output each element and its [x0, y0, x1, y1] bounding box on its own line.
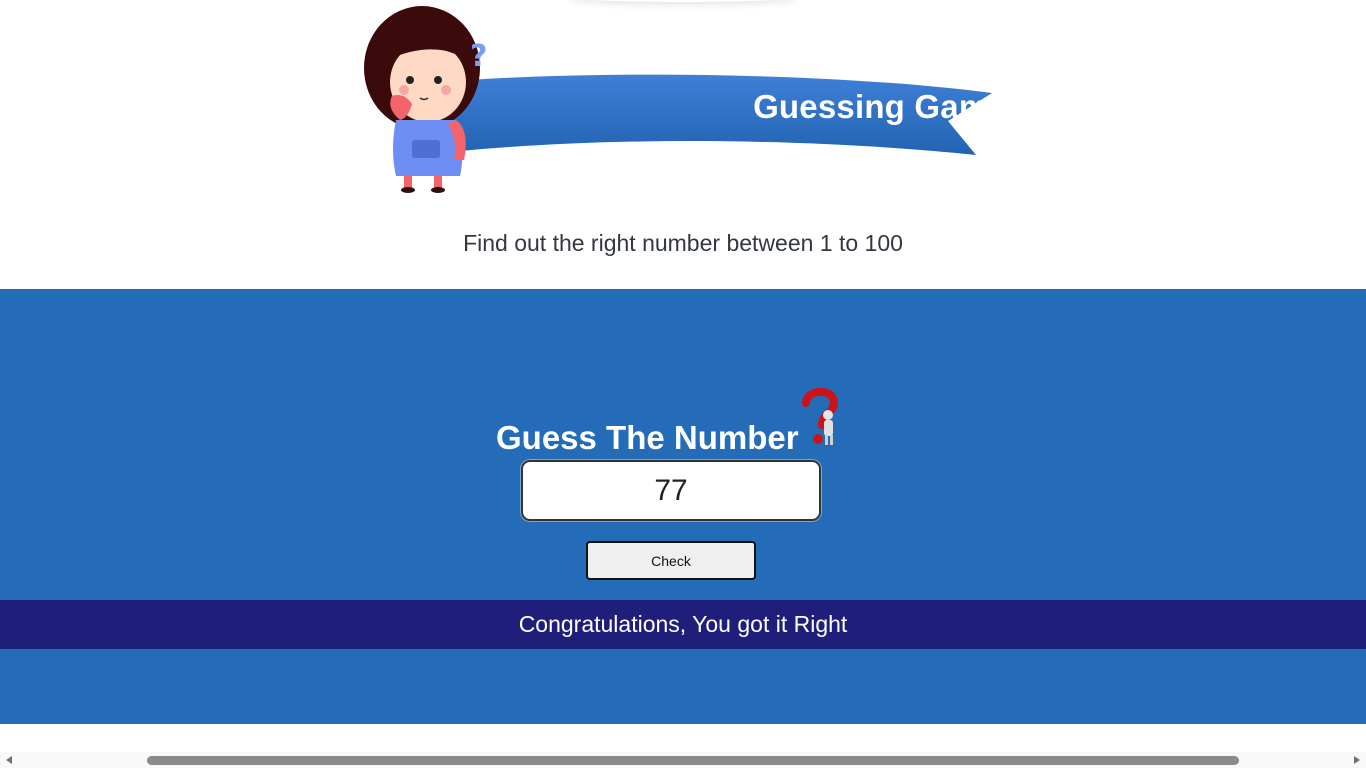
page-title: Guessing Game	[753, 88, 1007, 125]
instructions-text: Find out the right number between 1 to 1…	[463, 230, 903, 256]
result-message: Congratulations, You got it Right	[0, 600, 1366, 649]
scroll-right-icon[interactable]	[1354, 756, 1360, 764]
guess-input[interactable]	[521, 460, 821, 521]
svg-text:?: ?	[470, 39, 487, 74]
game-panel: Guess The Number Check Congratulations, …	[0, 289, 1366, 724]
check-button[interactable]: Check	[586, 541, 756, 580]
scroll-left-icon[interactable]	[6, 756, 12, 764]
question-mark-figure-icon	[802, 387, 839, 445]
guess-heading: Guess The Number	[496, 419, 799, 456]
header-banner: ? Guessing Game	[360, 0, 1007, 200]
scrollbar-thumb[interactable]	[147, 756, 1239, 765]
girl-thinking-icon: ?	[364, 6, 487, 193]
horizontal-scrollbar[interactable]	[0, 752, 1366, 768]
page: ? Guessing Game Find out the right numbe…	[0, 0, 1366, 768]
